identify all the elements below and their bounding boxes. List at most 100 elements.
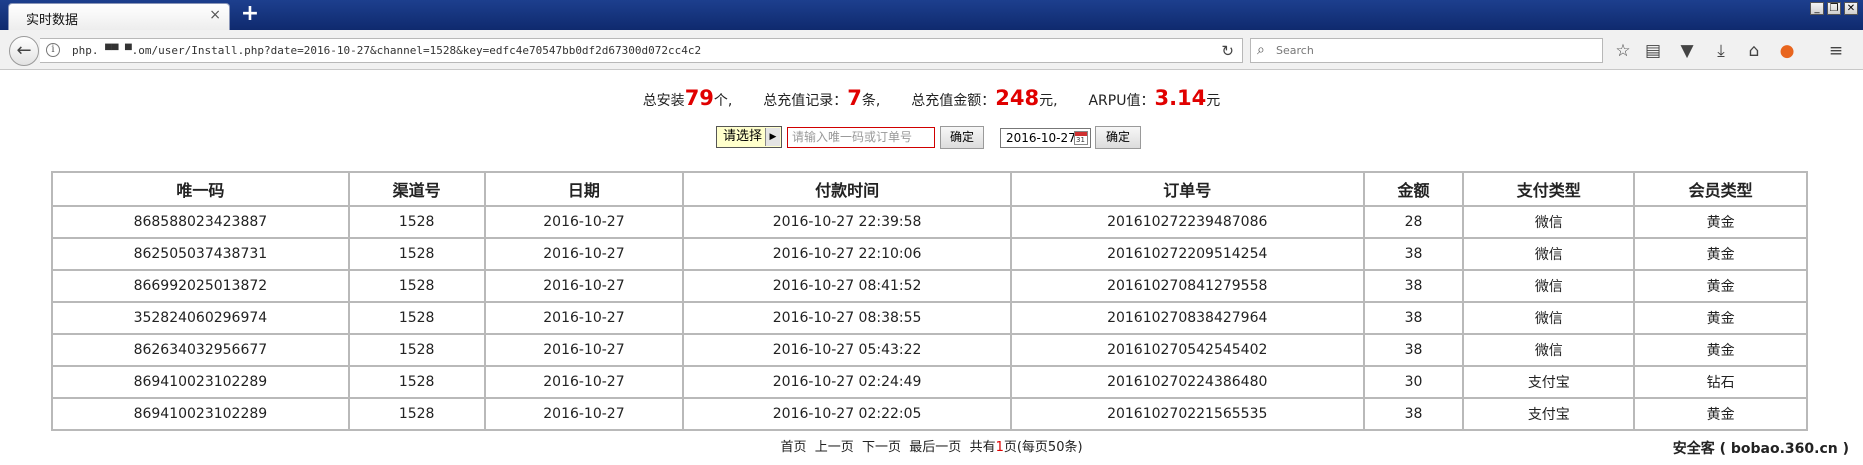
calendar-icon[interactable]	[1074, 131, 1088, 145]
column-header: 会员类型	[1633, 171, 1808, 207]
back-button[interactable]: ←	[9, 36, 39, 66]
table-cell: 352824060296974	[51, 301, 350, 335]
table-cell: 862505037438731	[51, 237, 350, 271]
table-cell: 黄金	[1633, 333, 1808, 367]
table-cell: 微信	[1462, 269, 1636, 303]
close-window-icon[interactable]: ✕	[1844, 2, 1858, 15]
table-cell: 869410023102289	[51, 397, 350, 431]
table-row: 869410023102289 1528 2016-10-27 2016-10-…	[51, 397, 1808, 431]
address-bar[interactable]: i php. ▀▀ ▀.om/user/Install.php?date=201…	[40, 38, 1243, 63]
reload-icon[interactable]: ↻	[1221, 42, 1234, 60]
table-cell: 1528	[347, 397, 486, 431]
last-page-link[interactable]: 最后一页	[909, 440, 961, 455]
watermark: 安全客 ( bobao.360.cn )	[1672, 441, 1849, 457]
table-cell: 866992025013872	[51, 269, 350, 303]
menu-icon[interactable]: ≡	[1825, 40, 1847, 62]
table-cell: 38	[1362, 237, 1465, 271]
total-pages: 1	[995, 440, 1004, 455]
first-page-link[interactable]: 首页	[780, 440, 806, 455]
url-text[interactable]: php. ▀▀ ▀.om/user/Install.php?date=2016-…	[72, 44, 701, 57]
table-cell: 862634032956677	[51, 333, 350, 367]
stats-summary: 总安装79个, 总充值记录：7条, 总充值金额：248元, ARPU值：3.14…	[0, 86, 1863, 110]
info-icon[interactable]: i	[46, 43, 60, 57]
table-cell: 2016-10-27 02:24:49	[682, 365, 1012, 399]
column-header: 日期	[483, 171, 685, 207]
table-cell: 38	[1362, 333, 1465, 367]
table-cell: 2016-10-27 02:22:05	[682, 397, 1012, 431]
date-input[interactable]: 2016-10-27	[1000, 128, 1091, 148]
search-placeholder: Search	[1276, 44, 1314, 57]
tab-title: 实时数据	[26, 13, 79, 28]
arpu-unit: 元	[1206, 93, 1221, 109]
search-icon: ⌕	[1257, 42, 1265, 58]
firefox-icon[interactable]: ●	[1776, 40, 1798, 62]
restore-icon[interactable]: ❐	[1827, 2, 1841, 15]
install-unit: 个,	[713, 93, 733, 109]
install-value: 79	[684, 86, 714, 110]
column-header: 金额	[1362, 171, 1465, 207]
orders-table: 唯一码 渠道号 日期 付款时间 订单号 金额 支付类型 会员类型 8685880…	[51, 171, 1808, 431]
table-cell: 2016-10-27	[483, 333, 685, 367]
recharge-records-unit: 条,	[861, 93, 881, 109]
next-page-link[interactable]: 下一页	[862, 440, 901, 455]
table-cell: 1528	[347, 301, 486, 335]
column-header: 支付类型	[1462, 171, 1636, 207]
confirm-search-button[interactable]: 确定	[940, 126, 984, 149]
type-select-value: 请选择	[723, 129, 763, 144]
table-cell: 支付宝	[1462, 365, 1636, 399]
table-cell: 38	[1362, 397, 1465, 431]
column-header: 订单号	[1009, 171, 1365, 207]
table-cell: 1528	[347, 365, 486, 399]
table-cell: 201610270221565535	[1009, 397, 1365, 431]
search-bar[interactable]: ⌕ Search	[1250, 38, 1603, 63]
arpu-label: ARPU值：	[1088, 93, 1155, 109]
recharge-amount-label: 总充值金额：	[911, 93, 996, 109]
prev-page-link[interactable]: 上一页	[815, 440, 854, 455]
table-cell: 38	[1362, 269, 1465, 303]
recharge-records-value: 7	[847, 86, 862, 110]
search-input[interactable]: 请输入唯一码或订单号	[787, 127, 935, 148]
tab-close-icon[interactable]: ×	[209, 7, 221, 23]
table-cell: 黄金	[1633, 237, 1808, 271]
recharge-records-label: 总充值记录：	[763, 93, 848, 109]
title-bar: 实时数据 × + _ ❐ ✕	[0, 0, 1863, 30]
table-cell: 201610270841279558	[1009, 269, 1365, 303]
table-row: 352824060296974 1528 2016-10-27 2016-10-…	[51, 301, 1808, 335]
table-cell: 微信	[1462, 301, 1636, 335]
navigation-bar: ← i php. ▀▀ ▀.om/user/Install.php?date=2…	[0, 30, 1863, 70]
bookmark-star-icon[interactable]: ☆	[1612, 40, 1634, 62]
table-row: 866992025013872 1528 2016-10-27 2016-10-…	[51, 269, 1808, 303]
table-cell: 黄金	[1633, 269, 1808, 303]
home-icon[interactable]: ⌂	[1743, 40, 1765, 62]
table-cell: 28	[1362, 205, 1465, 239]
table-cell: 1528	[347, 205, 486, 239]
reading-list-icon[interactable]: ▤	[1642, 40, 1664, 62]
download-icon[interactable]: ⤓	[1710, 40, 1732, 62]
minimize-icon[interactable]: _	[1810, 2, 1824, 15]
table-cell: 2016-10-27 22:39:58	[682, 205, 1012, 239]
table-cell: 30	[1362, 365, 1465, 399]
table-cell: 2016-10-27 08:38:55	[682, 301, 1012, 335]
table-row: 862505037438731 1528 2016-10-27 2016-10-…	[51, 237, 1808, 271]
column-header: 唯一码	[51, 171, 350, 207]
type-select[interactable]: 请选择 ▶	[716, 126, 782, 148]
confirm-date-button[interactable]: 确定	[1095, 126, 1141, 149]
new-tab-icon[interactable]: +	[238, 2, 262, 26]
arpu-value: 3.14	[1154, 86, 1207, 110]
table-cell: 黄金	[1633, 397, 1808, 431]
dropdown-arrow-icon[interactable]: ▶	[765, 128, 780, 146]
table-header-row: 唯一码 渠道号 日期 付款时间 订单号 金额 支付类型 会员类型	[51, 171, 1808, 207]
total-suffix: 页(每页50条)	[1003, 440, 1083, 455]
pagination: 首页 上一页 下一页 最后一页 共有1页(每页50条)	[0, 436, 1863, 455]
table-cell: 2016-10-27 08:41:52	[682, 269, 1012, 303]
table-cell: 2016-10-27	[483, 301, 685, 335]
date-value: 2016-10-27	[1006, 131, 1076, 145]
table-row: 862634032956677 1528 2016-10-27 2016-10-…	[51, 333, 1808, 367]
browser-tab[interactable]: 实时数据 ×	[8, 3, 230, 30]
table-cell: 1528	[347, 269, 486, 303]
table-cell: 2016-10-27 22:10:06	[682, 237, 1012, 271]
pocket-icon[interactable]: ▼	[1676, 40, 1698, 62]
table-cell: 868588023423887	[51, 205, 350, 239]
column-header: 付款时间	[682, 171, 1012, 207]
table-row: 869410023102289 1528 2016-10-27 2016-10-…	[51, 365, 1808, 399]
